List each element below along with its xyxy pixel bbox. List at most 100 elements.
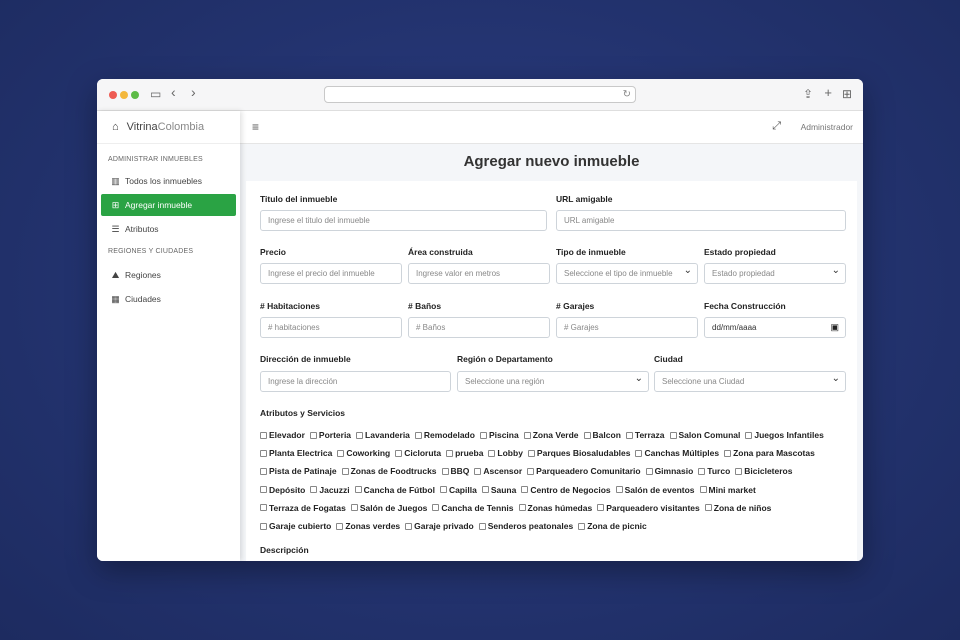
fecha-input[interactable]: dd/mm/aaaa ▣ xyxy=(704,317,846,338)
checkbox[interactable] xyxy=(527,467,535,475)
checkbox[interactable] xyxy=(527,449,535,457)
brand-logo[interactable]: ⌂ Vitrina Colombia xyxy=(97,111,240,144)
minimize-window-button[interactable] xyxy=(120,91,128,99)
region-select[interactable]: Seleccione una región xyxy=(457,371,649,392)
attribute-checkbox-item[interactable]: Porteria xyxy=(309,430,351,440)
user-menu[interactable]: Administrador xyxy=(801,122,853,132)
checkbox[interactable] xyxy=(488,449,496,457)
hamburger-menu-icon[interactable]: ≡ xyxy=(252,120,259,134)
attribute-checkbox-item[interactable]: Zona para Mascotas xyxy=(724,448,815,458)
attribute-checkbox-item[interactable]: Salón de eventos xyxy=(615,485,695,495)
checkbox[interactable] xyxy=(518,504,526,512)
back-icon[interactable]: ‹ xyxy=(171,84,176,100)
forward-icon[interactable]: › xyxy=(191,84,196,100)
attribute-checkbox-item[interactable]: Garaje privado xyxy=(405,521,474,531)
checkbox[interactable] xyxy=(405,522,413,530)
checkbox[interactable] xyxy=(341,467,349,475)
estado-select[interactable]: Estado propiedad xyxy=(704,263,846,284)
attribute-checkbox-item[interactable]: BBQ xyxy=(441,466,469,476)
attribute-checkbox-item[interactable]: Salon Comunal xyxy=(669,430,740,440)
attribute-checkbox-item[interactable]: Coworking xyxy=(337,448,390,458)
checkbox[interactable] xyxy=(354,486,362,494)
attribute-checkbox-item[interactable]: Piscina xyxy=(479,430,519,440)
checkbox[interactable] xyxy=(669,431,677,439)
checkbox[interactable] xyxy=(699,486,707,494)
checkbox[interactable] xyxy=(578,522,586,530)
checkbox[interactable] xyxy=(645,467,653,475)
checkbox[interactable] xyxy=(479,431,487,439)
attribute-checkbox-item[interactable]: Salón de Juegos xyxy=(350,503,427,513)
maximize-window-button[interactable] xyxy=(131,91,139,99)
habitaciones-input[interactable]: # habitaciones xyxy=(260,317,402,338)
attribute-checkbox-item[interactable]: Zonas de Foodtrucks xyxy=(341,466,437,476)
checkbox[interactable] xyxy=(260,486,267,494)
banos-input[interactable]: # Baños xyxy=(408,317,550,338)
attribute-checkbox-item[interactable]: Parqueadero visitantes xyxy=(597,503,700,513)
attribute-checkbox-item[interactable]: Juegos Infantiles xyxy=(745,430,824,440)
garajes-input[interactable]: # Garajes xyxy=(556,317,698,338)
attribute-checkbox-item[interactable]: Balcon xyxy=(583,430,621,440)
attribute-checkbox-item[interactable]: Canchas Múltiples xyxy=(635,448,719,458)
tabs-overview-icon[interactable]: ⊞ xyxy=(842,86,852,102)
checkbox[interactable] xyxy=(350,504,358,512)
checkbox[interactable] xyxy=(356,431,364,439)
checkbox[interactable] xyxy=(395,449,403,457)
checkbox[interactable] xyxy=(309,431,317,439)
checkbox[interactable] xyxy=(615,486,623,494)
area-input[interactable]: Ingrese valor en metros xyxy=(408,263,550,284)
sidebar-item-agregar[interactable]: ⊞ Agregar inmueble xyxy=(101,194,236,216)
attribute-checkbox-item[interactable]: Cicloruta xyxy=(395,448,441,458)
checkbox[interactable] xyxy=(523,431,531,439)
attribute-checkbox-item[interactable]: Cancha de Tennis xyxy=(432,503,514,513)
checkbox[interactable] xyxy=(583,431,591,439)
checkbox[interactable] xyxy=(336,522,344,530)
attribute-checkbox-item[interactable]: Zonas húmedas xyxy=(518,503,592,513)
checkbox[interactable] xyxy=(260,504,267,512)
attribute-checkbox-item[interactable]: Gimnasio xyxy=(645,466,693,476)
share-icon[interactable]: ⇪ xyxy=(803,86,813,102)
checkbox[interactable] xyxy=(260,522,267,530)
attribute-checkbox-item[interactable]: Depósito xyxy=(260,485,305,495)
precio-input[interactable]: Ingrese el precio del inmueble xyxy=(260,263,402,284)
attribute-checkbox-item[interactable]: Terraza de Fogatas xyxy=(260,503,346,513)
attribute-checkbox-item[interactable]: Planta Electrica xyxy=(260,448,332,458)
attribute-checkbox-item[interactable]: Zona de niños xyxy=(704,503,771,513)
checkbox[interactable] xyxy=(260,431,267,439)
checkbox[interactable] xyxy=(698,467,706,475)
attribute-checkbox-item[interactable]: Elevador xyxy=(260,430,305,440)
checkbox[interactable] xyxy=(521,486,529,494)
attribute-checkbox-item[interactable]: Centro de Negocios xyxy=(521,485,611,495)
checkbox[interactable] xyxy=(446,449,454,457)
checkbox[interactable] xyxy=(745,431,753,439)
attribute-checkbox-item[interactable]: Lobby xyxy=(488,448,523,458)
checkbox[interactable] xyxy=(704,504,712,512)
attribute-checkbox-item[interactable]: Terraza xyxy=(625,430,665,440)
attribute-checkbox-item[interactable]: Lavanderia xyxy=(356,430,410,440)
attribute-checkbox-item[interactable]: Capilla xyxy=(439,485,477,495)
attribute-checkbox-item[interactable]: Pista de Patinaje xyxy=(260,466,337,476)
sidebar-item-atributos[interactable]: ☰ Atributos xyxy=(101,218,236,240)
checkbox[interactable] xyxy=(597,504,605,512)
checkbox[interactable] xyxy=(432,504,440,512)
titulo-input[interactable]: Ingrese el titulo del inmueble xyxy=(260,210,547,231)
checkbox[interactable] xyxy=(310,486,318,494)
attribute-checkbox-item[interactable]: Garaje cubierto xyxy=(260,521,331,531)
new-tab-icon[interactable]: + xyxy=(824,85,832,101)
attribute-checkbox-item[interactable]: Cancha de Fútbol xyxy=(354,485,435,495)
close-window-button[interactable] xyxy=(109,91,117,99)
attribute-checkbox-item[interactable]: prueba xyxy=(446,448,483,458)
checkbox[interactable] xyxy=(481,486,489,494)
checkbox[interactable] xyxy=(414,431,422,439)
checkbox[interactable] xyxy=(474,467,482,475)
attribute-checkbox-item[interactable]: Zona de picnic xyxy=(578,521,647,531)
attribute-checkbox-item[interactable]: Ascensor xyxy=(474,466,522,476)
attribute-checkbox-item[interactable]: Jacuzzi xyxy=(310,485,350,495)
sidebar-item-ciudades[interactable]: ▦ Ciudades xyxy=(101,288,236,310)
calendar-icon[interactable]: ▣ xyxy=(830,318,839,337)
sidebar-item-regiones[interactable]: ⛰ Regiones xyxy=(101,264,236,286)
checkbox[interactable] xyxy=(625,431,633,439)
tipo-select[interactable]: Seleccione el tipo de inmueble xyxy=(556,263,698,284)
checkbox[interactable] xyxy=(635,449,643,457)
attribute-checkbox-item[interactable]: Senderos peatonales xyxy=(478,521,573,531)
ciudad-select[interactable]: Seleccione una Ciudad xyxy=(654,371,846,392)
